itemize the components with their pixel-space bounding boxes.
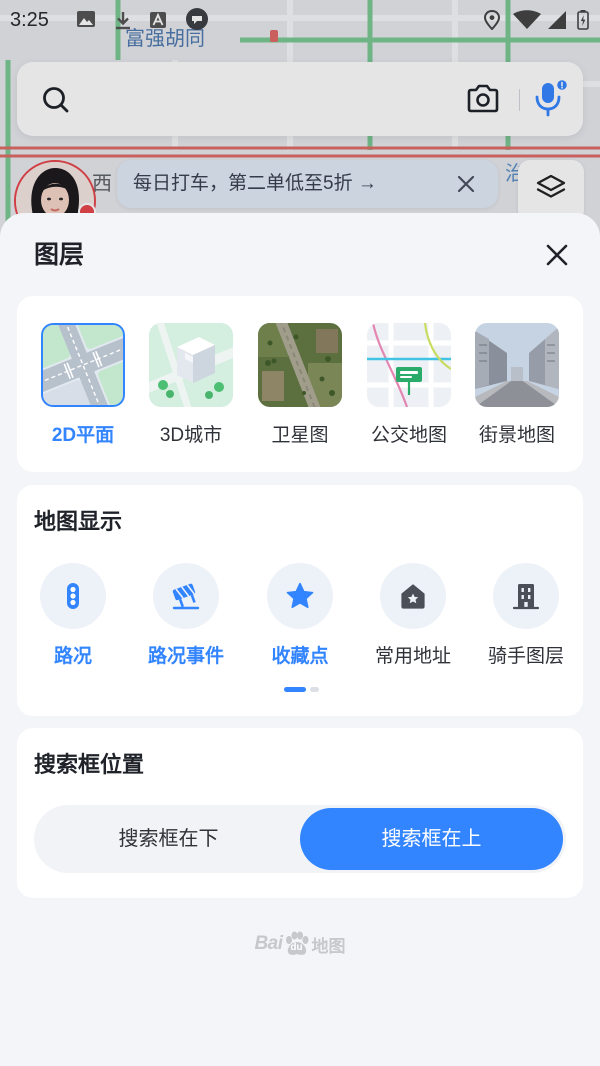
search-bar[interactable] (17, 62, 583, 136)
location-icon (483, 10, 501, 30)
map-type-transit[interactable]: 公交地图 (355, 323, 463, 453)
home-icon (380, 563, 446, 629)
toggle-label: 路况事件 (147, 646, 224, 667)
map-display-card: 地图显示 路况 路况事件 收藏点 常用地址 骑手图层 (17, 485, 583, 716)
battery-icon (577, 10, 589, 30)
logo-text: 地图 (311, 936, 346, 956)
download-icon (113, 10, 135, 30)
wifi-icon (512, 10, 542, 30)
microphone-icon[interactable] (531, 78, 569, 118)
close-icon (546, 244, 568, 266)
map-display-heading: 地图显示 (34, 509, 123, 534)
status-bar: 3:25 (0, 0, 600, 40)
map-type-label: 公交地图 (370, 425, 447, 446)
camera-icon[interactable] (465, 83, 501, 115)
text-a-icon (149, 10, 171, 30)
map-type-3d-thumbnail (149, 323, 233, 407)
map-type-card: 2D平面 3D城市 卫星图 公交地图 街景地图 (17, 296, 583, 472)
map-type-2d[interactable]: 2D平面 (29, 323, 137, 453)
toggle-label: 收藏点 (271, 646, 329, 667)
layers-sheet: 图层 2D平面 3D城市 卫星图 公交地图 街景地图 地图显示 路况 路况事件 … (0, 213, 600, 1066)
map-type-3d[interactable]: 3D城市 (137, 323, 245, 453)
chat-bubble-icon (185, 7, 209, 31)
toggle-road-events[interactable]: 路况事件 (132, 563, 240, 673)
page-indicator-active (284, 687, 306, 692)
status-time: 3:25 (10, 9, 49, 31)
signal-icon (545, 10, 567, 30)
baidu-map-logo: Bai du 地图 (0, 931, 600, 959)
promo-banner[interactable]: 每日打车，第二单低至5折 → (117, 160, 498, 208)
search-position-bottom-option[interactable]: 搜索框在下 (37, 808, 300, 870)
search-icon[interactable] (41, 85, 71, 115)
toggle-traffic[interactable]: 路况 (19, 563, 127, 673)
close-sheet-button[interactable] (545, 243, 569, 267)
search-position-top-option[interactable]: 搜索框在上 (300, 808, 563, 870)
promo-banner-text[interactable]: 每日打车，第二单低至5折 → (133, 172, 377, 196)
search-position-card: 搜索框位置 搜索框在下 搜索框在上 (17, 728, 583, 898)
paw-icon: du (283, 931, 311, 957)
logo-text: du (290, 942, 303, 953)
toggle-label: 骑手图层 (487, 646, 564, 667)
road-event-icon (153, 563, 219, 629)
close-icon[interactable] (457, 175, 475, 193)
toggle-frequent-addresses[interactable]: 常用地址 (359, 563, 467, 673)
search-position-heading: 搜索框位置 (34, 752, 145, 777)
page-indicator-inactive (310, 687, 319, 692)
map-type-satellite-thumbnail (258, 323, 342, 407)
map-type-label: 卫星图 (271, 425, 329, 446)
search-bar-divider (519, 89, 520, 111)
map-type-satellite[interactable]: 卫星图 (246, 323, 354, 453)
star-icon (267, 563, 333, 629)
map-type-label: 3D城市 (159, 425, 223, 446)
toggle-label: 路况 (53, 646, 92, 667)
building-icon (493, 563, 559, 629)
layers-icon (535, 172, 567, 204)
map-type-transit-thumbnail (367, 323, 451, 407)
map-type-label: 街景地图 (478, 425, 555, 446)
toggle-favorites[interactable]: 收藏点 (246, 563, 354, 673)
map-type-label: 2D平面 (51, 425, 115, 446)
sheet-title: 图层 (34, 241, 85, 269)
search-position-segmented-control: 搜索框在下 搜索框在上 (34, 805, 566, 873)
toggle-rider-layer[interactable]: 骑手图层 (472, 563, 580, 673)
logo-text: Bai (254, 933, 283, 954)
image-icon (76, 10, 98, 30)
toggle-label: 常用地址 (374, 646, 451, 667)
traffic-light-icon (40, 563, 106, 629)
map-type-2d-thumbnail (41, 323, 125, 407)
map-type-street-view[interactable]: 街景地图 (463, 323, 571, 453)
map-type-street-view-thumbnail (475, 323, 559, 407)
